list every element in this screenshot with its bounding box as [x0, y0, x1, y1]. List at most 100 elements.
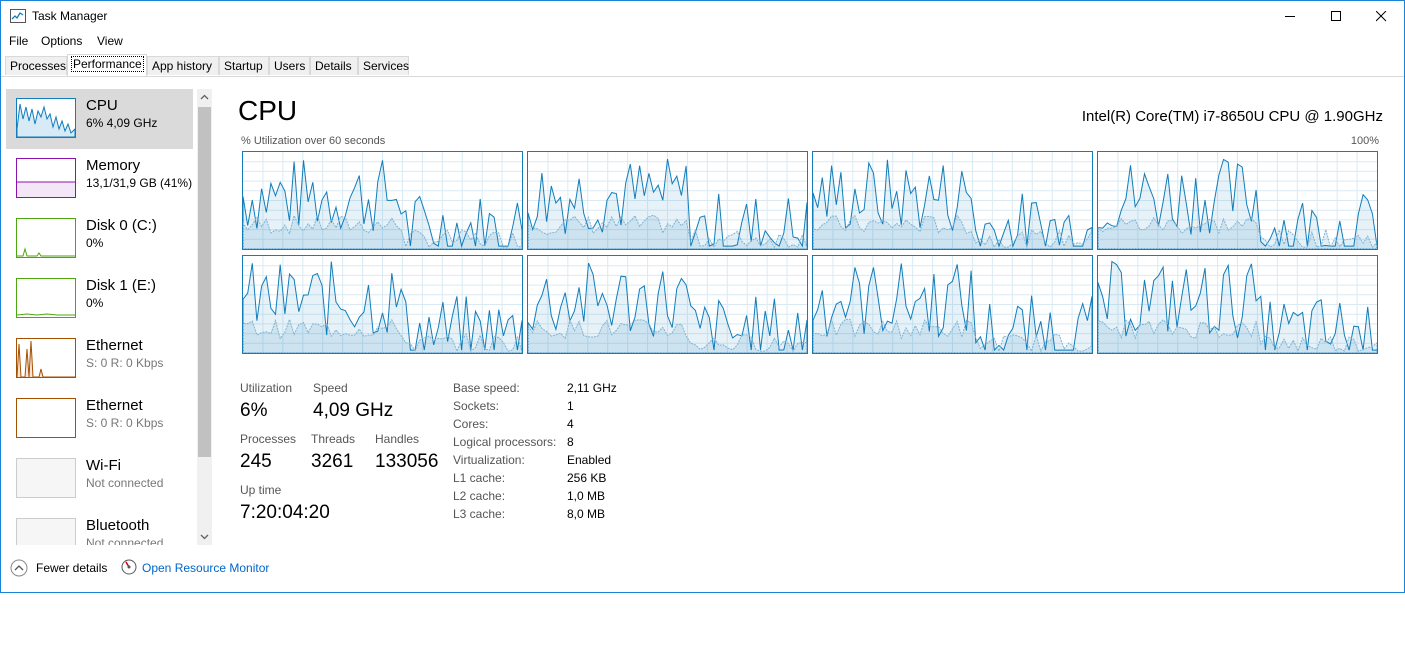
memory-thumbnail-graph — [17, 181, 75, 197]
sidebar-item-label: Wi-Fi — [86, 457, 121, 474]
tab-label: Processes — [10, 59, 67, 73]
sidebar-item-value: Not connected — [86, 476, 164, 490]
speed-value: 4,09 GHz — [313, 400, 394, 421]
uptime-value: 7:20:04:20 — [240, 502, 330, 523]
property-label: Base speed: — [453, 381, 520, 395]
core-graph — [1097, 255, 1378, 354]
close-button[interactable] — [1358, 1, 1404, 31]
sidebar-item-value: 6% 4,09 GHz — [86, 116, 158, 130]
tab-users[interactable]: Users — [269, 56, 310, 75]
scrollbar-thumb[interactable] — [198, 107, 211, 457]
sidebar-item-ethernet-1[interactable]: Ethernet S: 0 R: 0 Kbps — [6, 329, 193, 389]
disk0-thumbnail — [16, 218, 76, 258]
sidebar-item-bluetooth[interactable]: Bluetooth Not connected — [6, 509, 193, 545]
sidebar-item-value: S: 0 R: 0 Kbps — [86, 356, 164, 370]
property-value: 256 KB — [567, 471, 607, 485]
minimize-icon — [1284, 15, 1295, 17]
core-graph — [812, 255, 1093, 354]
page-title: CPU — [238, 95, 298, 126]
core-graph — [242, 151, 523, 250]
performance-sidebar: CPU 6% 4,09 GHz Memory 13,1/31,9 GB (41%… — [6, 89, 213, 545]
property-value: Enabled — [567, 453, 612, 467]
property-label: Virtualization: — [453, 453, 525, 467]
core-graph-plot — [813, 152, 1092, 249]
tab-label: Details — [315, 59, 352, 73]
sidebar-item-ethernet-2[interactable]: Ethernet S: 0 R: 0 Kbps — [6, 389, 193, 449]
menu-file[interactable]: File — [9, 34, 28, 48]
chevron-down-icon[interactable] — [200, 532, 209, 541]
footer-bar: Fewer details Open Resource Monitor — [1, 553, 1404, 583]
handles-label: Handles — [375, 432, 420, 446]
chevron-up-circle-icon[interactable] — [10, 559, 28, 577]
property-label: L3 cache: — [453, 507, 506, 521]
tab-performance[interactable]: Performance — [67, 54, 147, 76]
core-graph-plot — [1098, 256, 1377, 353]
sidebar-item-wifi[interactable]: Wi-Fi Not connected — [6, 449, 193, 509]
tab-details[interactable]: Details — [310, 56, 358, 75]
property-value: 8,0 MB — [567, 507, 606, 521]
open-resource-monitor-link[interactable]: Open Resource Monitor — [142, 561, 269, 575]
speed-label: Speed — [313, 381, 348, 395]
sidebar-item-label: Ethernet — [86, 397, 143, 414]
sidebar-item-value: Not connected — [86, 536, 164, 545]
property-value: 4 — [567, 417, 574, 431]
utilization-value: 6% — [240, 400, 268, 421]
threads-label: Threads — [311, 432, 356, 446]
core-graph — [242, 255, 523, 354]
sidebar-item-memory[interactable]: Memory 13,1/31,9 GB (41%) — [6, 149, 193, 209]
disk1-thumbnail-graph — [16, 313, 75, 316]
property-label: L2 cache: — [453, 489, 506, 503]
sidebar-item-disk-1[interactable]: Disk 1 (E:) 0% — [6, 269, 193, 329]
sidebar-item-cpu[interactable]: CPU 6% 4,09 GHz — [6, 89, 193, 149]
ethernet1-thumbnail-graph — [16, 340, 75, 378]
property-value: 1 — [567, 399, 574, 413]
property-label: L1 cache: — [453, 471, 506, 485]
tab-label: App history — [152, 59, 213, 73]
property-label: Logical processors: — [453, 435, 557, 449]
tab-label: Performance — [71, 56, 144, 72]
core-graph-plot — [813, 256, 1092, 353]
maximize-button[interactable] — [1313, 1, 1359, 31]
tab-startup[interactable]: Startup — [219, 56, 269, 75]
graph-caption: % Utilization over 60 seconds — [241, 135, 386, 147]
fewer-details-link[interactable]: Fewer details — [36, 561, 107, 575]
menu-bar: File Options View — [1, 31, 1404, 51]
sidebar-item-value: 13,1/31,9 GB (41%) — [86, 176, 193, 190]
cpu-panel: CPU Intel(R) Core(TM) i7-8650U CPU @ 1.9… — [238, 89, 1383, 539]
menu-view[interactable]: View — [97, 34, 123, 48]
sidebar-item-value: 0% — [86, 296, 104, 310]
graph-max-label: 100% — [1350, 135, 1379, 147]
core-graph-plot — [243, 256, 522, 353]
menu-options[interactable]: Options — [41, 34, 82, 48]
tab-label: Users — [274, 59, 306, 73]
sidebar-item-label: CPU — [86, 97, 118, 114]
ethernet2-thumbnail — [16, 398, 76, 438]
tab-services[interactable]: Services — [358, 56, 409, 75]
ethernet1-thumbnail — [16, 338, 76, 378]
tab-processes[interactable]: Processes — [5, 56, 67, 75]
sidebar-item-disk-0[interactable]: Disk 0 (C:) 0% — [6, 209, 193, 269]
threads-value: 3261 — [311, 451, 354, 472]
core-graph-plot — [528, 152, 807, 249]
tab-label: Startup — [224, 59, 263, 73]
sidebar-item-label: Bluetooth — [86, 517, 150, 534]
property-label: Sockets: — [453, 399, 500, 413]
cpu-thumbnail-graph — [16, 103, 76, 138]
wifi-thumbnail — [16, 458, 76, 498]
utilization-label: Utilization — [240, 381, 293, 395]
title-bar[interactable]: Task Manager — [1, 1, 1404, 31]
window-title: Task Manager — [32, 9, 108, 23]
core-graph-plot — [528, 256, 807, 353]
resource-monitor-icon — [121, 559, 137, 575]
sidebar-item-label: Memory — [86, 157, 141, 174]
processes-value: 245 — [240, 451, 272, 472]
sidebar-scrollbar[interactable] — [197, 89, 212, 545]
minimize-button[interactable] — [1267, 1, 1313, 31]
tab-app-history[interactable]: App history — [147, 56, 219, 75]
task-manager-window: Task Manager File Options View Processes… — [0, 0, 1405, 593]
tab-bar: Processes Performance App history Startu… — [1, 54, 1404, 77]
close-icon — [1375, 10, 1386, 21]
chevron-up-icon[interactable] — [200, 93, 209, 102]
property-label: Cores: — [453, 417, 489, 431]
core-graph-plot — [1098, 152, 1377, 249]
